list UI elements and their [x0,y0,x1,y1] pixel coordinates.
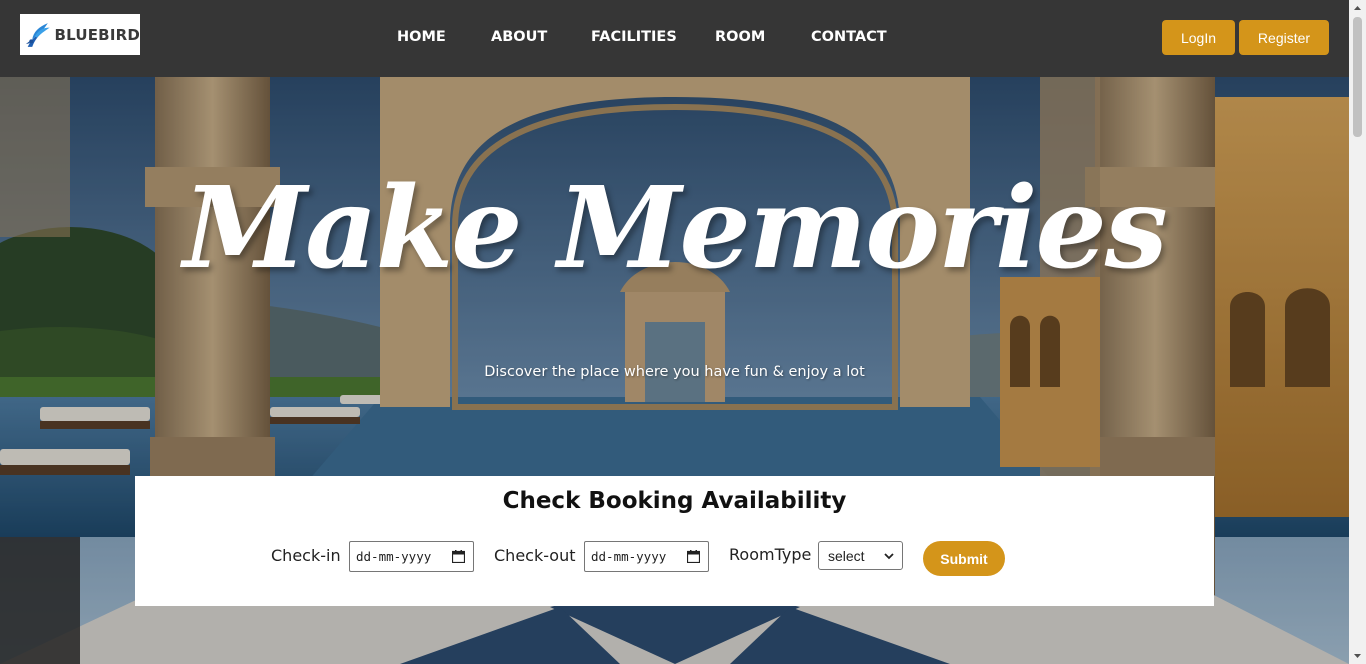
nav-about[interactable]: ABOUT [491,29,547,45]
login-button[interactable]: LogIn [1162,20,1235,55]
register-button[interactable]: Register [1239,20,1329,55]
calendar-icon[interactable] [452,550,465,563]
nav-home[interactable]: HOME [397,29,446,45]
page-scrollbar[interactable] [1349,0,1366,664]
booking-availability-panel: Check Booking Availability Check-in dd-m… [135,476,1214,606]
booking-title: Check Booking Availability [502,488,847,514]
roomtype-selected-value: select [828,547,865,564]
checkin-date-input[interactable]: dd-mm-yyyy [349,541,474,572]
checkin-label: Check-in [271,546,341,565]
nav-room[interactable]: ROOM [715,29,765,45]
submit-button[interactable]: Submit [923,541,1005,576]
brand-name: BLUEBIRD [54,25,140,44]
chevron-down-icon [884,553,894,560]
scroll-up-arrow-icon[interactable] [1349,0,1366,17]
checkout-label: Check-out [494,546,576,565]
hero-title: Make Memories [183,163,1168,294]
nav-contact[interactable]: CONTACT [811,29,887,45]
checkout-date-input[interactable]: dd-mm-yyyy [584,541,709,572]
scroll-thumb[interactable] [1353,17,1362,137]
brand-logo[interactable]: BLUEBIRD [20,14,140,55]
hero-subtitle: Discover the place where you have fun & … [484,364,865,380]
top-navbar: BLUEBIRD HOME ABOUT FACILITIES ROOM CONT… [0,0,1349,77]
calendar-icon[interactable] [687,550,700,563]
bird-icon [25,22,50,47]
nav-facilities[interactable]: FACILITIES [591,29,677,45]
roomtype-label: RoomType [729,545,812,564]
checkin-placeholder: dd-mm-yyyy [356,549,432,564]
checkout-placeholder: dd-mm-yyyy [591,549,667,564]
scroll-down-arrow-icon[interactable] [1349,647,1366,664]
roomtype-select[interactable]: select [818,541,903,570]
